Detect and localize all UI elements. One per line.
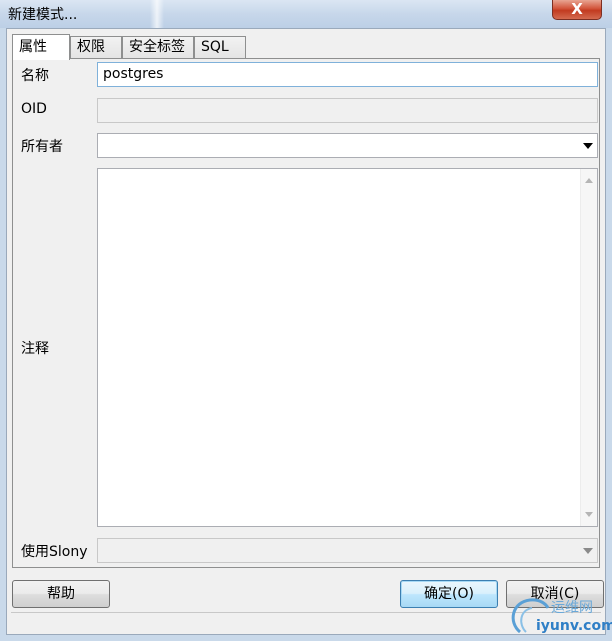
help-button[interactable]: 帮助	[12, 580, 110, 608]
comment-scrollbar[interactable]	[580, 169, 597, 526]
name-label: 名称	[21, 68, 49, 84]
tab-sql-label: SQL	[201, 39, 229, 55]
comment-label: 注释	[21, 341, 49, 357]
ok-button[interactable]: 确定(O)	[400, 580, 498, 608]
slony-select	[97, 538, 598, 563]
tab-security-labels[interactable]: 安全标签	[122, 36, 194, 58]
comment-textarea-value	[98, 172, 103, 188]
owner-label: 所有者	[21, 139, 63, 155]
watermark-swoosh-inner	[520, 607, 533, 633]
tab-sql[interactable]: SQL	[194, 36, 246, 58]
title-bar-decoration	[150, 0, 164, 28]
chevron-down-icon	[583, 548, 593, 554]
tab-permissions-label: 权限	[77, 39, 105, 55]
name-input-value: postgres	[103, 66, 164, 82]
tab-properties-label: 属性	[19, 39, 47, 55]
owner-select[interactable]	[97, 133, 598, 158]
ok-button-label: 确定(O)	[424, 586, 474, 602]
tab-security-labels-label: 安全标签	[129, 39, 185, 55]
properties-panel: 名称 postgres OID 所有者 注释 使用Slony	[12, 58, 600, 568]
comment-textarea[interactable]	[97, 168, 598, 527]
window-title: 新建模式...	[8, 7, 78, 23]
name-input[interactable]: postgres	[97, 62, 598, 87]
oid-input	[97, 98, 598, 123]
title-bar: 新建模式... X	[0, 0, 612, 28]
chevron-down-icon[interactable]	[583, 143, 593, 149]
close-icon: X	[571, 0, 583, 18]
tab-properties[interactable]: 属性	[12, 34, 70, 60]
help-button-label: 帮助	[47, 586, 75, 602]
scroll-down-arrow-icon[interactable]	[585, 512, 593, 517]
oid-label: OID	[21, 101, 47, 117]
close-button[interactable]: X	[552, 0, 602, 20]
slony-label: 使用Slony	[21, 544, 88, 560]
tab-permissions[interactable]: 权限	[70, 36, 122, 58]
watermark-text-url: iyunv.com	[536, 618, 612, 634]
dialog-window: 属性 权限 安全标签 SQL 名称 postgres OID 所有者 注释 使用…	[6, 28, 606, 635]
scroll-up-arrow-icon[interactable]	[585, 178, 593, 183]
